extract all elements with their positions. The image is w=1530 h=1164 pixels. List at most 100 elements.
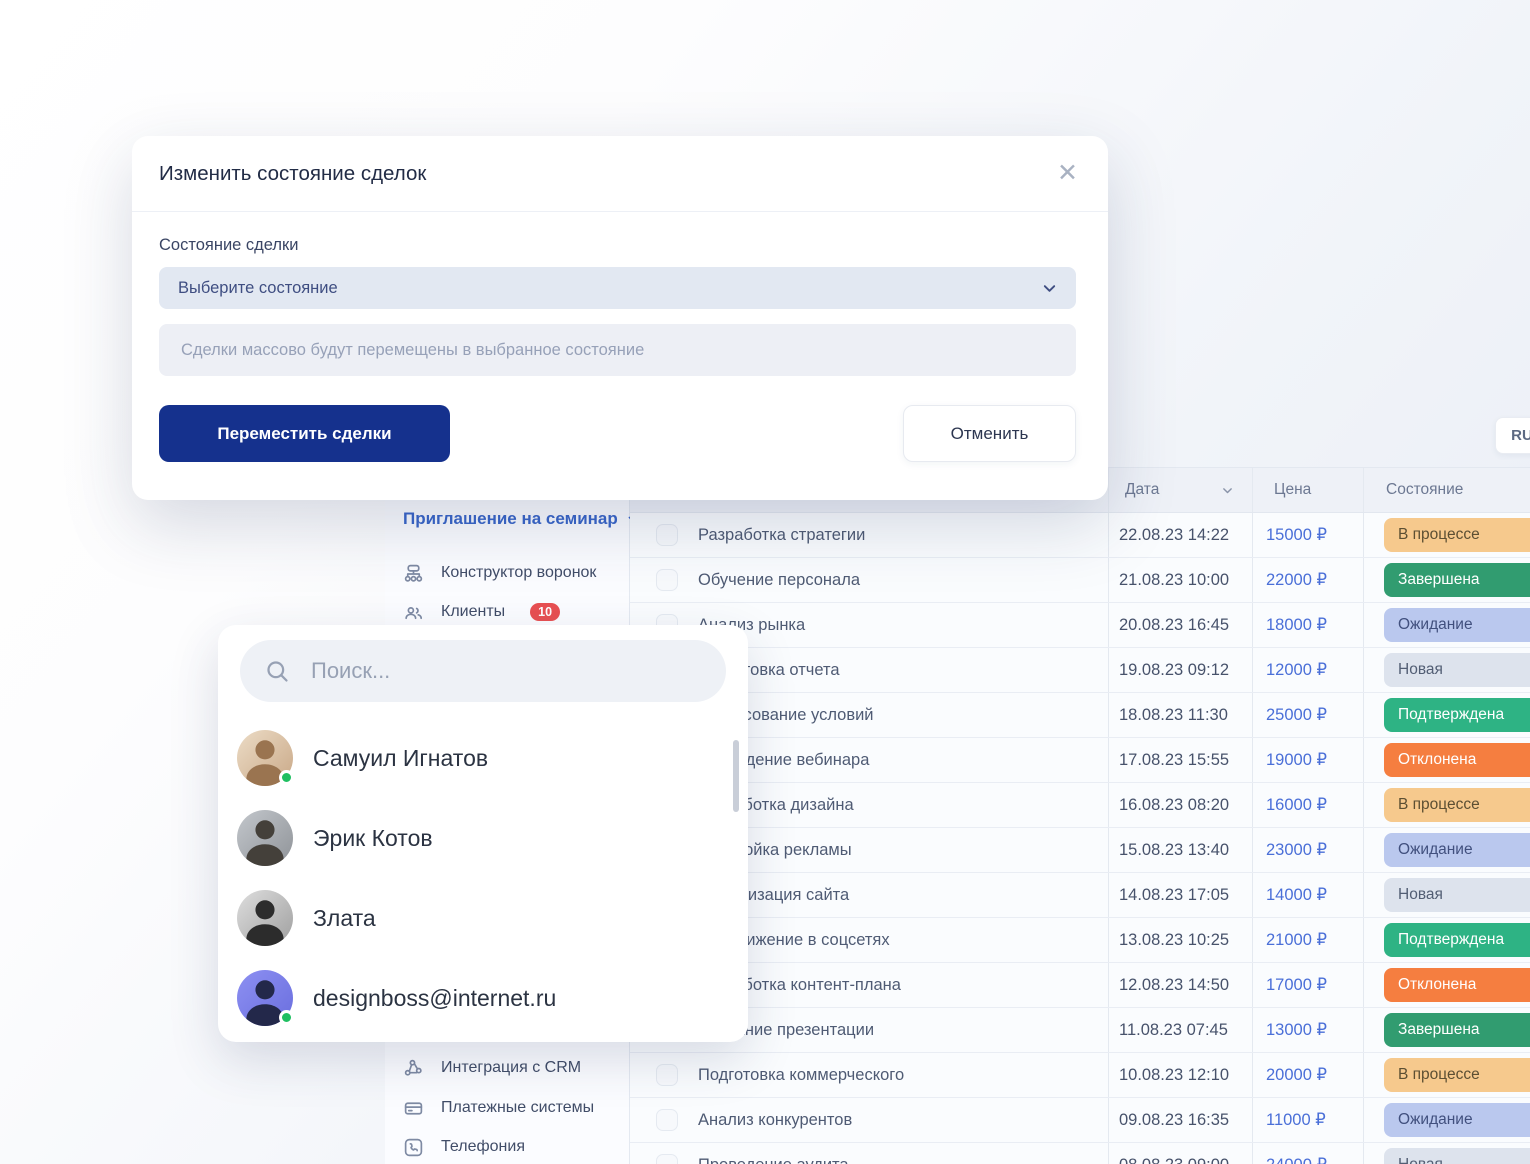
move-deals-button[interactable]: Переместить сделки: [159, 405, 450, 462]
table-row[interactable]: Анализ конкурентов 09.08.23 16:35 11000 …: [630, 1098, 1530, 1143]
main-content: RU Дата Цена Состояние Разработка страте…: [630, 410, 1530, 1164]
status-badge: Ожидание: [1384, 608, 1530, 642]
deal-name-cell: Анализ конкурентов: [630, 1098, 1108, 1142]
table-row[interactable]: Оптимизация сайта 14.08.23 17:05 14000 ₽…: [630, 873, 1530, 918]
table-row[interactable]: Настройка рекламы 15.08.23 13:40 23000 ₽…: [630, 828, 1530, 873]
deal-date: 20.08.23 16:45: [1108, 603, 1252, 647]
language-switcher[interactable]: RU: [1495, 417, 1530, 454]
contact-item[interactable]: Самуил Игнатов: [218, 718, 748, 798]
row-checkbox[interactable]: [656, 569, 678, 591]
deal-status-cell: Завершена: [1363, 1008, 1530, 1052]
sidebar-item-telephony[interactable]: Телефония: [403, 1132, 525, 1162]
status-badge: Новая: [1384, 653, 1530, 687]
sidebar-item-clients[interactable]: Клиенты 10: [403, 597, 560, 627]
close-icon[interactable]: ✕: [1057, 161, 1078, 186]
deal-price: 15000 ₽: [1252, 513, 1363, 557]
search-icon: [264, 658, 291, 685]
table-row[interactable]: Создание презентации 11.08.23 07:45 1300…: [630, 1008, 1530, 1053]
modal-body: Состояние сделки Выберите состояние Сдел…: [132, 212, 1108, 462]
deal-status-cell: Отклонена: [1363, 963, 1530, 1007]
contact-name: Самуил Игнатов: [313, 745, 488, 772]
deal-price: 11000 ₽: [1252, 1098, 1363, 1142]
sidebar-item-label: Телефония: [441, 1138, 525, 1156]
deal-status-cell: Подтверждена: [1363, 693, 1530, 737]
table-header-date[interactable]: Дата: [1108, 468, 1252, 512]
avatar: [237, 970, 293, 1026]
deal-date: 10.08.23 12:10: [1108, 1053, 1252, 1097]
table-row[interactable]: Обучение персонала 21.08.23 10:00 22000 …: [630, 558, 1530, 603]
deal-name: Обучение персонала: [698, 571, 860, 590]
contact-search-panel: Самуил Игнатов Эрик Котов Злата designbo…: [218, 625, 748, 1042]
state-select-value: Выберите состояние: [178, 279, 338, 298]
deal-date: 12.08.23 14:50: [1108, 963, 1252, 1007]
table-row[interactable]: Согласование условий 18.08.23 11:30 2500…: [630, 693, 1530, 738]
deal-status-cell: Новая: [1363, 873, 1530, 917]
deal-price: 21000 ₽: [1252, 918, 1363, 962]
deal-date: 22.08.23 14:22: [1108, 513, 1252, 557]
contact-item[interactable]: Злата: [218, 878, 748, 958]
sidebar-item-label: Платежные системы: [441, 1099, 594, 1117]
person-photo: [237, 810, 293, 866]
funnel-builder-icon: [403, 563, 424, 584]
deal-name: Разработка стратегии: [698, 526, 865, 545]
sidebar-item-payment-systems[interactable]: Платежные системы: [403, 1093, 594, 1123]
deal-date: 21.08.23 10:00: [1108, 558, 1252, 602]
deal-price: 13000 ₽: [1252, 1008, 1363, 1052]
contact-name: Эрик Котов: [313, 825, 433, 852]
bulk-move-hint: Сделки массово будут перемещены в выбран…: [159, 324, 1076, 376]
table-row[interactable]: Разработка контент-плана 12.08.23 14:50 …: [630, 963, 1530, 1008]
row-checkbox[interactable]: [656, 524, 678, 546]
search-input[interactable]: [311, 658, 702, 684]
deal-date: 18.08.23 11:30: [1108, 693, 1252, 737]
table-row[interactable]: Продвижение в соцсетях 13.08.23 10:25 21…: [630, 918, 1530, 963]
avatar: [237, 890, 293, 946]
deal-price: 23000 ₽: [1252, 828, 1363, 872]
deal-status-cell: В процессе: [1363, 513, 1530, 557]
avatar: [237, 810, 293, 866]
scrollbar-thumb[interactable]: [733, 740, 739, 812]
online-status-dot: [279, 770, 294, 785]
deal-date: 17.08.23 15:55: [1108, 738, 1252, 782]
contact-name: Злата: [313, 905, 376, 932]
deal-price: 16000 ₽: [1252, 783, 1363, 827]
deal-date: 08.08.23 09:00: [1108, 1143, 1252, 1164]
chevron-down-icon: [1042, 281, 1057, 296]
contact-item[interactable]: designboss@internet.ru: [218, 958, 748, 1038]
clients-icon: [403, 602, 424, 623]
cancel-button[interactable]: Отменить: [903, 405, 1076, 462]
status-badge: Подтверждена: [1384, 698, 1530, 732]
deal-price: 24000 ₽: [1252, 1143, 1363, 1164]
contact-list: Самуил Игнатов Эрик Котов Злата designbo…: [218, 718, 748, 1038]
project-switcher[interactable]: Приглашение на семинар: [403, 509, 640, 529]
deal-name: Анализ конкурентов: [698, 1111, 852, 1130]
deal-name: Проведение аудита: [698, 1156, 849, 1164]
status-badge: Подтверждена: [1384, 923, 1530, 957]
table-row[interactable]: Подготовка отчета 19.08.23 09:12 12000 ₽…: [630, 648, 1530, 693]
status-badge: Ожидание: [1384, 833, 1530, 867]
table-row[interactable]: Анализ рынка 20.08.23 16:45 18000 ₽ Ожид…: [630, 603, 1530, 648]
sidebar-item-crm-integration[interactable]: Интеграция с CRM: [403, 1053, 581, 1083]
status-badge: Завершена: [1384, 1013, 1530, 1047]
deal-price: 18000 ₽: [1252, 603, 1363, 647]
avatar: [237, 730, 293, 786]
deal-status-cell: Подтверждена: [1363, 918, 1530, 962]
row-checkbox[interactable]: [656, 1109, 678, 1131]
deal-name-cell: Разработка стратегии: [630, 513, 1108, 557]
search-box[interactable]: [240, 640, 726, 702]
status-badge: В процессе: [1384, 518, 1530, 552]
modal-header: Изменить состояние сделок ✕: [132, 136, 1108, 212]
contact-item[interactable]: Эрик Котов: [218, 798, 748, 878]
state-select[interactable]: Выберите состояние: [159, 267, 1076, 309]
deal-price: 22000 ₽: [1252, 558, 1363, 602]
integration-icon: [403, 1058, 424, 1079]
table-row[interactable]: Подготовка коммерческого 10.08.23 12:10 …: [630, 1053, 1530, 1098]
table-row[interactable]: Проведение аудита 08.08.23 09:00 24000 ₽…: [630, 1143, 1530, 1164]
sidebar-item-funnel-builder[interactable]: Конструктор воронок: [403, 558, 596, 588]
table-row[interactable]: Проведение вебинара 17.08.23 15:55 19000…: [630, 738, 1530, 783]
deal-status-cell: Ожидание: [1363, 603, 1530, 647]
table-row[interactable]: Разработка стратегии 22.08.23 14:22 1500…: [630, 513, 1530, 558]
table-row[interactable]: Разработка дизайна 16.08.23 08:20 16000 …: [630, 783, 1530, 828]
row-checkbox[interactable]: [656, 1154, 678, 1164]
row-checkbox[interactable]: [656, 1064, 678, 1086]
sidebar-item-label: Конструктор воронок: [441, 564, 596, 582]
